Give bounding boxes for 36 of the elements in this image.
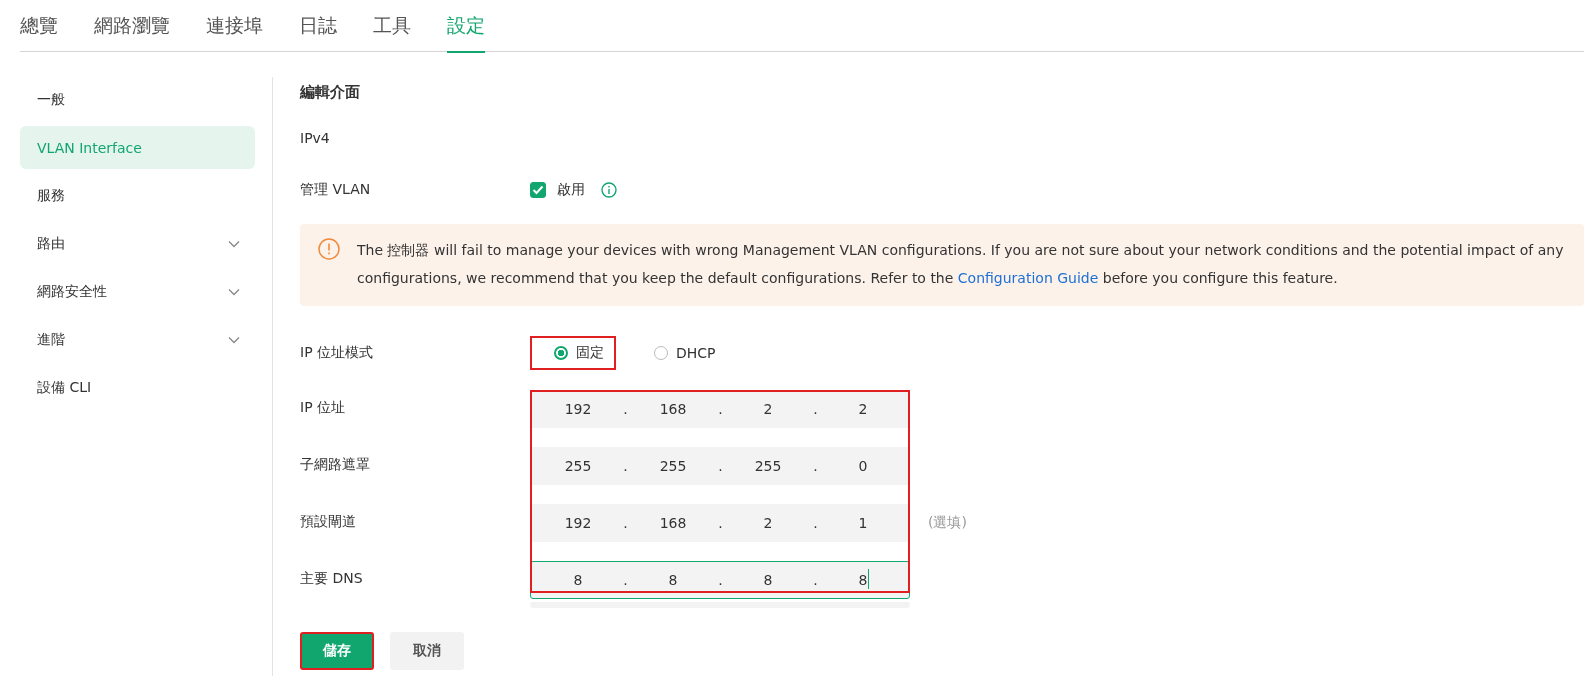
field-label: 預設閘道 xyxy=(300,512,357,531)
nav-tab[interactable]: 工具 xyxy=(373,0,411,53)
cancel-button[interactable]: 取消 xyxy=(390,632,464,670)
optional-note: (選填) xyxy=(928,514,967,532)
section-label: IPv4 xyxy=(300,129,331,148)
nav-tab[interactable]: 總覽 xyxy=(20,0,58,53)
field-label: 主要 DNS xyxy=(300,569,364,588)
form-title: 編輯介面 xyxy=(300,82,361,103)
nav-tab[interactable]: 日誌 xyxy=(299,0,337,53)
chevron-down-icon xyxy=(228,335,240,344)
chevron-down-icon xyxy=(228,239,240,248)
sidebar-item[interactable]: 服務 xyxy=(20,174,255,217)
radio-option[interactable]: 固定 xyxy=(530,336,616,370)
field-label: 子網路遮罩 xyxy=(300,455,371,474)
sidebar-item[interactable]: 設備 CLI xyxy=(20,366,255,409)
nav-tab[interactable]: 連接埠 xyxy=(206,0,263,53)
nav-tab[interactable]: 網路瀏覽 xyxy=(94,0,170,53)
chevron-down-icon xyxy=(228,287,240,296)
sidebar-item[interactable]: 進階 xyxy=(20,318,255,361)
warning-icon xyxy=(318,238,340,260)
ip-input-field[interactable]: 8 . 8 . 8 . 8 xyxy=(530,561,910,599)
configuration-guide-link[interactable]: Configuration Guide xyxy=(957,270,1099,286)
sidebar-item[interactable]: 網路安全性 xyxy=(20,270,255,313)
field-label: 管理 VLAN xyxy=(300,181,372,199)
ip-input-field[interactable]: 192 . 168 . 2 . 1 xyxy=(530,504,910,542)
sidebar-item[interactable]: 一般 xyxy=(20,78,255,121)
ip-input-field[interactable]: 192 . 168 . 2 . 2 xyxy=(530,390,910,428)
info-icon[interactable] xyxy=(601,182,617,198)
checkbox-label: 啟用 xyxy=(557,181,585,199)
ip-input-field[interactable]: 255 . 255 . 255 . 0 xyxy=(530,447,910,485)
field-label: IP 位址 xyxy=(300,398,347,417)
sidebar-item[interactable]: 路由 xyxy=(20,222,255,265)
enable-checkbox[interactable] xyxy=(530,182,546,198)
field-label: IP 位址模式 xyxy=(300,344,375,362)
radio-option[interactable]: DHCP xyxy=(630,336,728,370)
warning-message: The 控制器 will fail to manage your devices with wrong Management VLAN configurations. If you are not sure about your network conditions and the potential impact of any configurations, we recommend that you keep the default configurations. Refer to the Configuration Guide before you configure this feature. xyxy=(357,241,1564,288)
